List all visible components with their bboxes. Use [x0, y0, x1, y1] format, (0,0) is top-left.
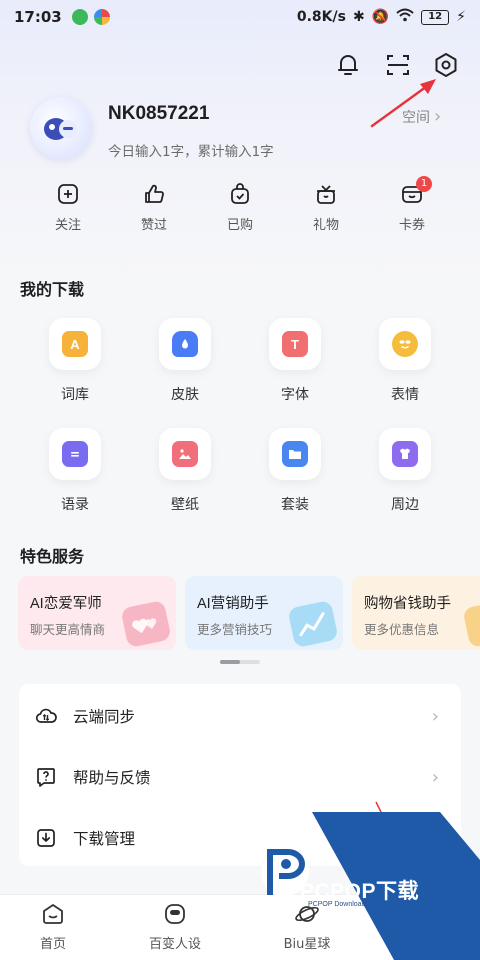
emoji-icon [392, 331, 418, 357]
service-subtitle: 更多优惠信息 [364, 622, 440, 637]
folder-icon [282, 441, 308, 467]
quick-action-label: 礼物 [312, 218, 339, 233]
cloud-sync-icon [35, 708, 57, 723]
tile-label: 表情 [391, 387, 419, 403]
status-bar: 17:03 0.8K/s ✱ 🔕 12 ⚡ [0, 0, 480, 34]
watermark-subtext: PCPOP Download [308, 901, 366, 908]
quick-action-follow[interactable]: 关注 [38, 182, 98, 233]
chevron-right-icon: › [431, 766, 439, 788]
input-stats: 今日输入1字，累计输入1字 [108, 144, 274, 160]
network-speed: 0.8K/s [296, 9, 346, 25]
battery-icon: 12 [421, 9, 450, 25]
wechat-icon [71, 9, 88, 25]
nav-label: 百变人设 [148, 937, 201, 952]
list-item-label: 下载管理 [73, 830, 136, 848]
quick-action-label: 关注 [54, 218, 81, 233]
nav-tab-me[interactable]: 我 [380, 901, 470, 952]
lexicon-icon: A [62, 331, 88, 357]
service-card-marketing[interactable]: AI营销助手 更多营销技巧 [185, 576, 343, 650]
nav-label: 首页 [39, 937, 66, 952]
tile-label: 字体 [281, 387, 309, 403]
thumbs-up-icon [145, 184, 164, 203]
trend-chart-icon [287, 599, 339, 649]
tile-label: 语录 [61, 497, 89, 513]
download-tile-suite[interactable]: 套装 [260, 428, 330, 514]
quick-action-coupons[interactable]: 1 卡券 [382, 176, 442, 233]
tile-label: 周边 [391, 497, 419, 513]
services-section-title: 特色服务 [20, 547, 85, 566]
list-item-download-manager[interactable]: 下载管理 [19, 808, 461, 868]
quick-action-liked[interactable]: 赞过 [124, 182, 184, 233]
wallpaper-icon [172, 441, 198, 467]
quick-action-label: 卡券 [398, 218, 425, 233]
service-card-love-advisor[interactable]: AI恋爱军师 聊天更高情商 [18, 576, 176, 650]
nav-label: Biu星球 [283, 937, 331, 952]
download-tile-wallpaper[interactable]: 壁纸 [150, 428, 220, 514]
space-label: 空间 [402, 109, 430, 126]
service-card-shopping[interactable]: 购物省钱助手 更多优惠信息 ¥ [352, 576, 480, 650]
carousel-scroll-indicator [220, 660, 260, 664]
gift-icon [317, 185, 335, 204]
skin-icon [172, 331, 198, 357]
home-icon [43, 904, 63, 924]
settings-gear-icon[interactable] [433, 52, 459, 78]
status-time: 17:03 [14, 8, 62, 26]
list-item-label: 云端同步 [73, 708, 136, 726]
chevron-right-icon: › [431, 705, 439, 727]
avatar[interactable] [30, 97, 92, 159]
tile-label: 套装 [281, 497, 309, 513]
quick-action-label: 已购 [226, 218, 253, 233]
mute-icon: 🔕 [371, 9, 390, 25]
bluetooth-icon: ✱ [352, 9, 365, 25]
help-icon [37, 768, 55, 787]
settings-list-card: 云端同步 › 帮助与反馈 › 下载管理 [19, 684, 461, 866]
list-item-label: 帮助与反馈 [73, 769, 151, 787]
username: NK0857221 [108, 103, 210, 124]
download-icon [37, 829, 55, 847]
download-tile-quotes[interactable]: 语录 [40, 428, 110, 514]
nav-label: 我 [418, 937, 432, 952]
nav-tab-home[interactable]: 首页 [8, 901, 98, 952]
download-tile-emoji[interactable]: 表情 [370, 318, 440, 404]
nav-tab-planet[interactable]: Biu星球 [262, 901, 352, 952]
merch-icon [392, 441, 418, 467]
charging-icon: ⚡ [456, 9, 466, 25]
download-tile-font[interactable]: T 字体 [260, 318, 330, 404]
hearts-icon [120, 599, 172, 649]
nav-tab-persona[interactable]: 百变人设 [130, 901, 220, 952]
tile-label: 词库 [61, 387, 89, 403]
quote-icon [62, 441, 88, 467]
persona-icon [165, 904, 185, 924]
quick-action-purchased[interactable]: 已购 [210, 182, 270, 233]
app-notification-icon [93, 9, 110, 25]
list-item-help-feedback[interactable]: 帮助与反馈 › [19, 747, 461, 807]
space-link[interactable]: 空间 › [402, 106, 441, 127]
bag-check-icon [231, 183, 249, 204]
bell-icon[interactable] [335, 52, 361, 78]
downloads-section-title: 我的下载 [20, 280, 85, 299]
quick-action-label: 赞过 [140, 218, 167, 233]
list-item-cloud-sync[interactable]: 云端同步 › [19, 686, 461, 746]
download-tile-skin[interactable]: 皮肤 [150, 318, 220, 404]
chevron-right-icon: › [434, 106, 442, 127]
download-tile-merch[interactable]: 周边 [370, 428, 440, 514]
coupon-badge: 1 [416, 176, 432, 192]
tile-label: 壁纸 [171, 497, 199, 513]
download-tile-lexicon[interactable]: A 词库 [40, 318, 110, 404]
tile-label: 皮肤 [171, 387, 199, 403]
wifi-icon [396, 8, 414, 26]
plus-box-icon [58, 184, 78, 204]
quick-action-gifts[interactable]: 礼物 [296, 182, 356, 233]
scan-icon[interactable] [385, 52, 411, 78]
font-icon: T [282, 331, 308, 357]
